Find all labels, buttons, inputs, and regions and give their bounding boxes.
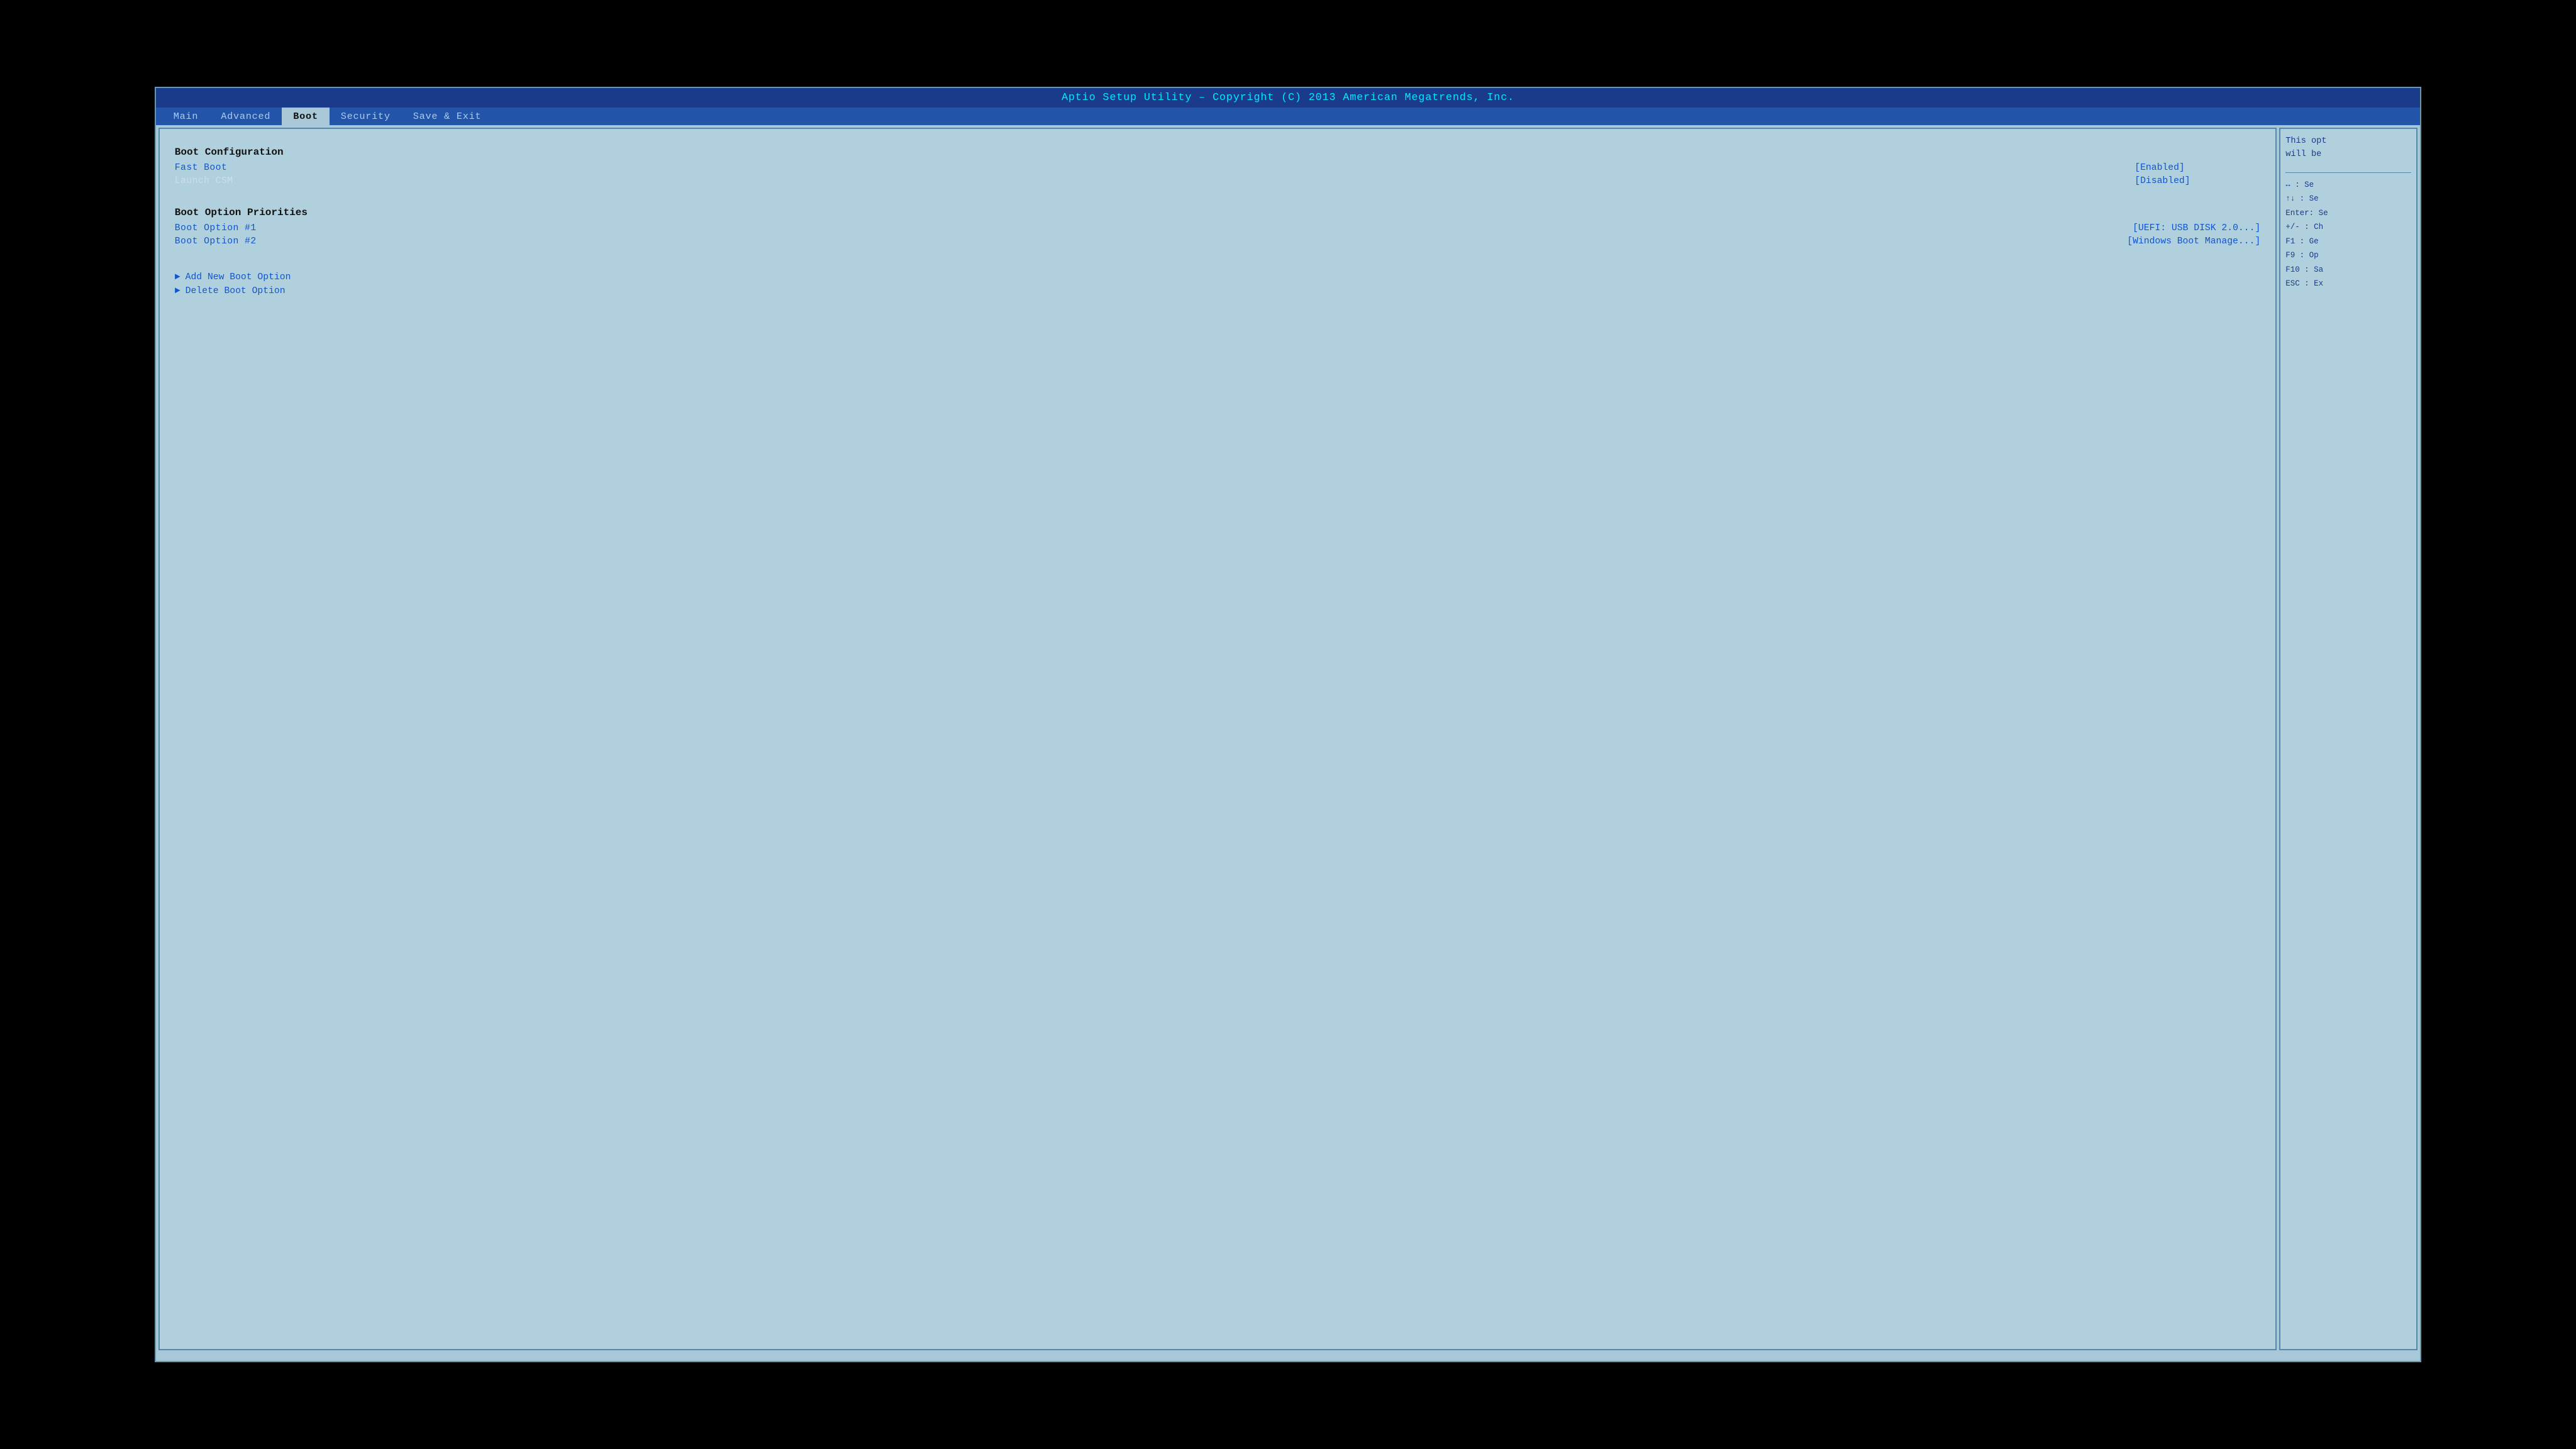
boot-option2-label[interactable]: Boot Option #2	[175, 236, 2127, 247]
key-f9: F9 : Op	[2285, 248, 2411, 262]
launch-csm-row: Launch CSM [Disabled]	[175, 176, 2260, 186]
boot-priorities-header: Boot Option Priorities	[175, 207, 2260, 218]
boot-config-header: Boot Configuration	[175, 147, 2260, 158]
tab-boot[interactable]: Boot	[282, 108, 330, 125]
key-plusminus: +/- : Ch	[2285, 220, 2411, 234]
content-area: Boot Configuration Fast Boot [Enabled] L…	[156, 125, 2420, 1353]
side-divider	[2285, 172, 2411, 173]
fast-boot-row: Fast Boot [Enabled]	[175, 163, 2260, 173]
add-new-boot-label: Add New Boot Option	[186, 272, 291, 282]
boot-option1-value: [UEFI: USB DISK 2.0...]	[2133, 223, 2260, 233]
fast-boot-value[interactable]: [Enabled]	[2135, 163, 2260, 173]
key-f10: F10 : Sa	[2285, 263, 2411, 277]
key-updown: ↑↓ : Se	[2285, 192, 2411, 206]
tab-advanced[interactable]: Advanced	[209, 108, 282, 125]
delete-boot-option[interactable]: ► Delete Boot Option	[175, 286, 2260, 296]
boot-option2-value: [Windows Boot Manage...]	[2127, 236, 2260, 247]
arrow-icon-delete: ►	[175, 286, 180, 296]
launch-csm-label: Launch CSM	[175, 176, 2135, 186]
fast-boot-label[interactable]: Fast Boot	[175, 163, 2135, 173]
arrow-icon-add: ►	[175, 272, 180, 282]
launch-csm-value: [Disabled]	[2135, 176, 2260, 186]
key-legend: ↔ : Se ↑↓ : Se Enter: Se +/- : Ch F1 : G…	[2285, 178, 2411, 291]
delete-boot-label: Delete Boot Option	[186, 286, 286, 296]
tab-security[interactable]: Security	[330, 108, 402, 125]
tab-main[interactable]: Main	[162, 108, 210, 125]
key-enter: Enter: Se	[2285, 206, 2411, 220]
help-text: This opt will be	[2285, 135, 2411, 161]
help-line1: This opt	[2285, 136, 2326, 146]
add-new-boot-option[interactable]: ► Add New Boot Option	[175, 272, 2260, 282]
boot-option1-row: Boot Option #1 [UEFI: USB DISK 2.0...]	[175, 223, 2260, 233]
title-text: Aptio Setup Utility – Copyright (C) 2013…	[1062, 92, 1514, 104]
nav-bar: Main Advanced Boot Security Save & Exit	[156, 108, 2420, 125]
bios-screen: Aptio Setup Utility – Copyright (C) 2013…	[155, 87, 2421, 1362]
key-esc: ESC : Ex	[2285, 277, 2411, 291]
boot-option1-label[interactable]: Boot Option #1	[175, 223, 2133, 233]
boot-option2-row: Boot Option #2 [Windows Boot Manage...]	[175, 236, 2260, 247]
help-line2: will be	[2285, 150, 2321, 159]
tab-save-exit[interactable]: Save & Exit	[402, 108, 493, 125]
key-f1: F1 : Ge	[2285, 235, 2411, 248]
title-bar: Aptio Setup Utility – Copyright (C) 2013…	[156, 88, 2420, 108]
main-panel: Boot Configuration Fast Boot [Enabled] L…	[158, 128, 2277, 1350]
key-arrows: ↔ : Se	[2285, 178, 2411, 192]
side-panel: This opt will be ↔ : Se ↑↓ : Se Enter: S…	[2279, 128, 2418, 1350]
